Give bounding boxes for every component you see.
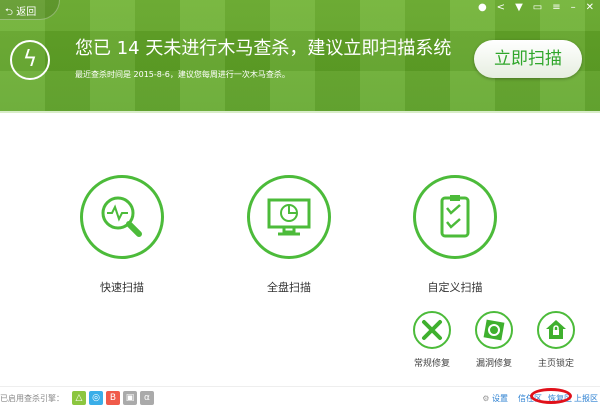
share-icon[interactable]: < [497, 2, 505, 13]
home-lock-icon [537, 311, 575, 349]
lightning-icon: ϟ [10, 40, 50, 80]
skin-icon[interactable]: ▼ [515, 2, 523, 13]
engine-list: △ ◎ B ▣ α [72, 391, 154, 405]
homepage-lock-label: 主页锁定 [537, 359, 574, 369]
footer-divider [0, 386, 600, 387]
gear-icon: ⚙ [482, 394, 492, 403]
close-icon[interactable]: ✕ [586, 2, 594, 13]
message-icon[interactable]: ▭ [533, 2, 542, 13]
qvm-engine-icon[interactable]: ◎ [89, 391, 103, 405]
footer: 已启用查杀引擎： △ ◎ B ▣ α ⚙ 设置 信任区 恢复区 上报区 [0, 390, 600, 408]
minimize-icon[interactable]: – [571, 2, 576, 13]
full-scan-label: 全盘扫描 [267, 281, 311, 294]
regular-repair-label: 常规修复 [413, 359, 450, 369]
full-scan-icon [247, 175, 331, 259]
system-repair-engine-icon[interactable]: ▣ [123, 391, 137, 405]
status-title: 您已 14 天未进行木马查杀，建议立即扫描系统 [75, 38, 452, 59]
custom-scan-icon [413, 175, 497, 259]
custom-scan-label: 自定义扫描 [427, 281, 483, 294]
full-scan-button[interactable]: 全盘扫描 [247, 175, 331, 295]
quick-scan-button[interactable]: 快速扫描 [80, 175, 164, 295]
back-button[interactable]: ⮌ 返回 [0, 0, 60, 20]
bitdefender-engine-icon[interactable]: B [106, 391, 120, 405]
settings-link[interactable]: ⚙ 设置 [482, 393, 508, 404]
vulnerability-repair-button[interactable]: 漏洞修复 [475, 311, 513, 369]
report-zone-link[interactable]: 上报区 [574, 393, 598, 404]
back-icon: ⮌ [5, 7, 17, 18]
settings-label: 设置 [492, 394, 508, 403]
header-banner: ⮌ 返回 ● < ▼ ▭ ≡ – ✕ ϟ 您已 14 天未进行木马查杀，建议立即… [0, 0, 600, 113]
avira-engine-icon[interactable]: α [140, 391, 154, 405]
medal-icon[interactable]: ● [478, 2, 487, 13]
cloud-engine-icon[interactable]: △ [72, 391, 86, 405]
quick-scan-label: 快速扫描 [100, 281, 144, 294]
window-controls: ● < ▼ ▭ ≡ – ✕ [478, 2, 594, 13]
vulnerability-icon [475, 311, 513, 349]
wrench-icon [413, 311, 451, 349]
engines-label: 已启用查杀引擎： [0, 394, 64, 403]
menu-icon[interactable]: ≡ [552, 2, 560, 13]
scan-now-button[interactable]: 立即扫描 [474, 40, 582, 78]
custom-scan-button[interactable]: 自定义扫描 [413, 175, 497, 295]
status-subtitle: 最近查杀时间是 2015-8-6，建议您每周进行一次木马查杀。 [75, 70, 290, 79]
homepage-lock-button[interactable]: 主页锁定 [537, 311, 575, 369]
highlight-annotation [530, 388, 572, 404]
quick-scan-icon [80, 175, 164, 259]
vulnerability-repair-label: 漏洞修复 [475, 359, 512, 369]
regular-repair-button[interactable]: 常规修复 [413, 311, 451, 369]
back-label: 返回 [16, 7, 37, 18]
